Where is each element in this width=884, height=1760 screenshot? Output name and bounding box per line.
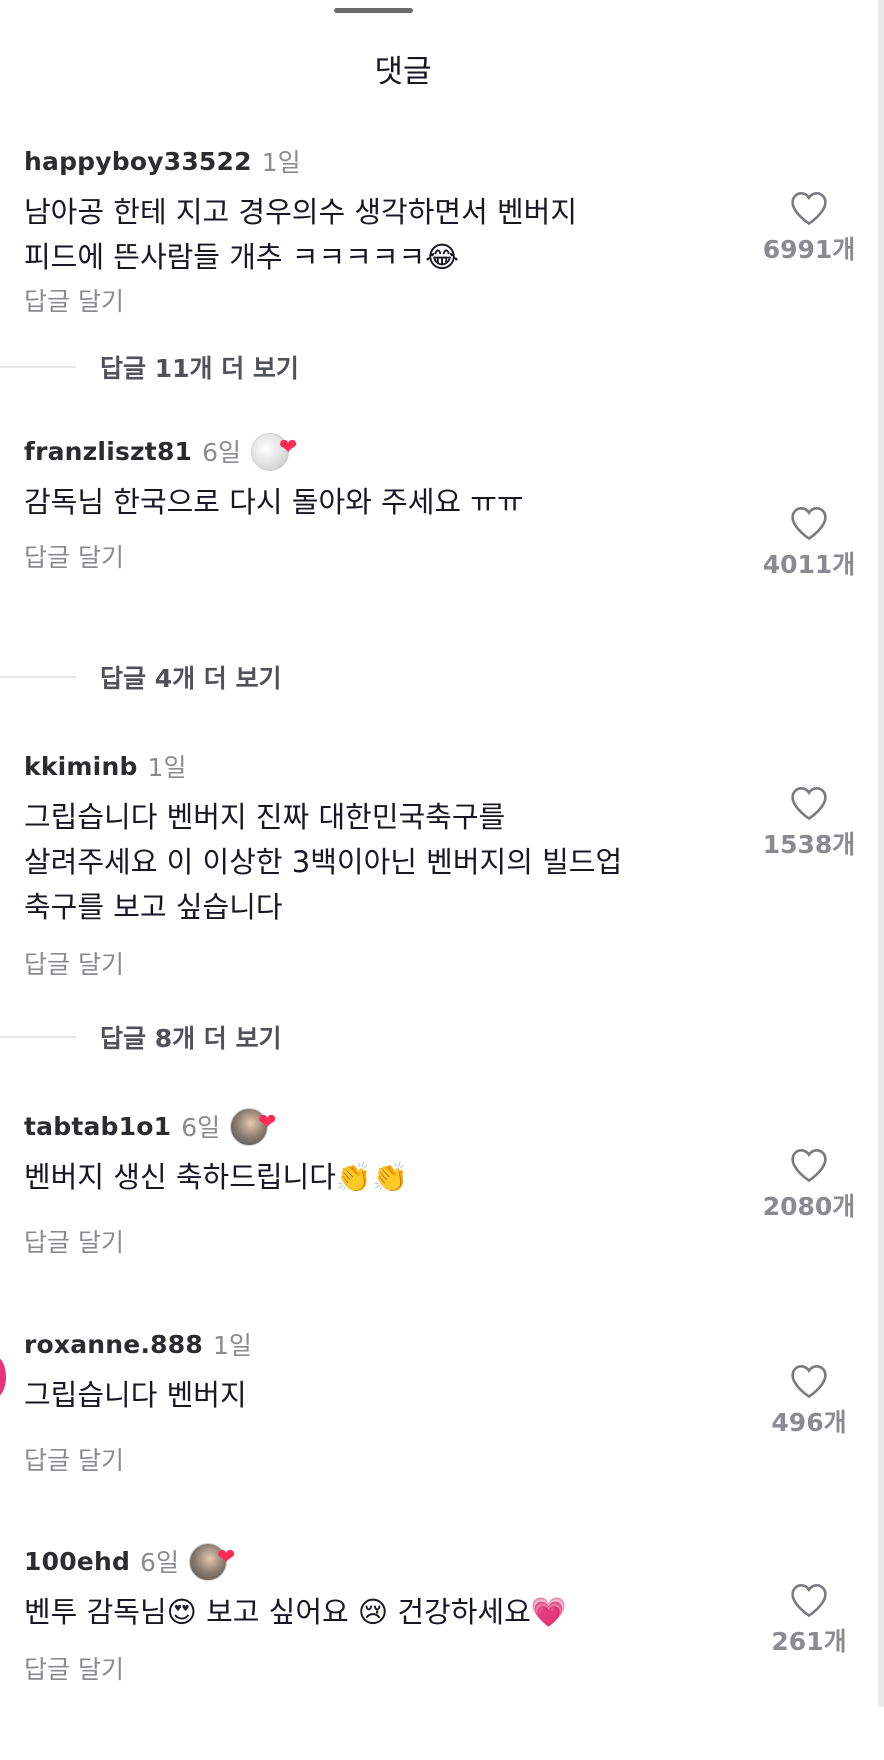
reply-button[interactable]: 답글 달기 bbox=[24, 945, 124, 981]
comment-text: 그립습니다 벤버지 bbox=[24, 1378, 247, 1412]
heart-outline-icon bbox=[791, 506, 827, 541]
like-button[interactable]: 4011개 bbox=[754, 505, 864, 581]
comment-item: happyboy33522 1일 남아공 한테 지고 경우의수 생각하면서 벤버… bbox=[24, 140, 884, 360]
reply-button[interactable]: 답글 달기 bbox=[24, 282, 124, 318]
creator-liked-badge: ❤ bbox=[230, 1106, 278, 1146]
reply-button[interactable]: 답글 달기 bbox=[24, 1223, 124, 1259]
heart-filled-icon: ❤ bbox=[216, 1545, 236, 1570]
comment-text: 감독님 한국으로 다시 돌아와 주세요 ㅠㅠ bbox=[24, 485, 524, 519]
comment-meta: happyboy33522 1일 bbox=[24, 140, 301, 182]
divider bbox=[0, 676, 76, 678]
reply-button[interactable]: 답글 달기 bbox=[24, 1441, 124, 1477]
reply-button[interactable]: 답글 달기 bbox=[24, 1650, 124, 1686]
like-count: 261개 bbox=[771, 1627, 847, 1656]
divider bbox=[0, 366, 76, 368]
like-count: 6991개 bbox=[762, 235, 856, 264]
view-more-replies-label: 답글 11개 더 보기 bbox=[100, 354, 299, 383]
divider bbox=[0, 1036, 76, 1038]
like-button[interactable]: 6991개 bbox=[754, 190, 864, 266]
comment-username[interactable]: tabtab1o1 bbox=[24, 1112, 171, 1141]
comment-item: kkiminb 1일 그립습니다 벤버지 진짜 대한민국축구를 살려주세요 이 … bbox=[24, 745, 884, 980]
creator-liked-badge: ❤ bbox=[251, 431, 299, 471]
comment-text: 벤투 감독님😍 보고 싶어요 😢 건강하세요💗 bbox=[24, 1595, 567, 1629]
like-count: 4011개 bbox=[762, 550, 856, 579]
comment-time: 1일 bbox=[147, 753, 187, 782]
avatar-edge bbox=[0, 1357, 6, 1397]
creator-liked-badge: ❤ bbox=[188, 1541, 237, 1581]
comment-meta: 100ehd 6일 ❤ bbox=[24, 1540, 237, 1582]
like-button[interactable]: 1538개 bbox=[754, 785, 864, 861]
comment-username[interactable]: franzliszt81 bbox=[24, 437, 192, 466]
comment-time: 1일 bbox=[261, 148, 301, 177]
like-button[interactable]: 2080개 bbox=[754, 1147, 864, 1223]
heart-filled-icon: ❤ bbox=[279, 435, 298, 460]
comment-meta: kkiminb 1일 bbox=[24, 745, 186, 787]
comments-sheet-title: 댓글 bbox=[374, 54, 432, 90]
view-more-replies-label: 답글 8개 더 보기 bbox=[100, 1024, 282, 1053]
like-button[interactable]: 496개 bbox=[754, 1363, 864, 1439]
heart-outline-icon bbox=[791, 786, 827, 821]
comment-item: roxanne.888 1일 그립습니다 벤버지 답글 달기 496개 bbox=[24, 1323, 884, 1543]
comment-username[interactable]: roxanne.888 bbox=[24, 1330, 203, 1359]
comment-item: tabtab1o1 6일 ❤ 벤버지 생신 축하드립니다👏👏 답글 달기 208… bbox=[24, 1105, 884, 1325]
comment-text: 벤버지 생신 축하드립니다👏👏 bbox=[24, 1160, 409, 1194]
view-more-replies-button[interactable]: 답글 8개 더 보기 bbox=[0, 1017, 282, 1057]
comment-text: 남아공 한테 지고 경우의수 생각하면서 벤버지 피드에 뜬사람들 개추 ㅋㅋㅋ… bbox=[24, 195, 578, 274]
heart-outline-icon bbox=[791, 1148, 827, 1183]
view-more-replies-button[interactable]: 답글 11개 더 보기 bbox=[0, 347, 299, 387]
reply-button[interactable]: 답글 달기 bbox=[24, 538, 124, 574]
heart-outline-icon bbox=[791, 1583, 827, 1618]
like-count: 2080개 bbox=[762, 1192, 856, 1221]
comment-meta: tabtab1o1 6일 ❤ bbox=[24, 1105, 278, 1147]
comment-username[interactable]: 100ehd bbox=[24, 1547, 130, 1576]
comment-text: 그립습니다 벤버지 진짜 대한민국축구를 살려주세요 이 이상한 3백이아닌 벤… bbox=[24, 800, 623, 924]
comment-time: 6일 bbox=[202, 438, 242, 467]
comment-item: franzliszt81 6일 ❤ 감독님 한국으로 다시 돌아와 주세요 ㅠㅠ… bbox=[24, 430, 884, 650]
heart-outline-icon bbox=[791, 191, 827, 226]
comment-item: 100ehd 6일 ❤ 벤투 감독님😍 보고 싶어요 😢 건강하세요💗 답글 달… bbox=[24, 1540, 884, 1760]
heart-outline-icon bbox=[791, 1364, 827, 1399]
comment-username[interactable]: happyboy33522 bbox=[24, 147, 252, 176]
drag-handle[interactable] bbox=[334, 8, 413, 13]
heart-filled-icon: ❤ bbox=[258, 1110, 277, 1135]
like-count: 1538개 bbox=[762, 830, 856, 859]
like-button[interactable]: 261개 bbox=[754, 1582, 864, 1658]
comment-time: 1일 bbox=[212, 1331, 252, 1360]
comment-meta: roxanne.888 1일 bbox=[24, 1323, 252, 1365]
comment-time: 6일 bbox=[140, 1548, 179, 1577]
comment-time: 6일 bbox=[181, 1113, 221, 1142]
comment-username[interactable]: kkiminb bbox=[24, 752, 138, 781]
like-count: 496개 bbox=[771, 1408, 847, 1437]
comment-meta: franzliszt81 6일 ❤ bbox=[24, 430, 299, 472]
view-more-replies-label: 답글 4개 더 보기 bbox=[100, 664, 282, 693]
view-more-replies-button[interactable]: 답글 4개 더 보기 bbox=[0, 657, 282, 697]
